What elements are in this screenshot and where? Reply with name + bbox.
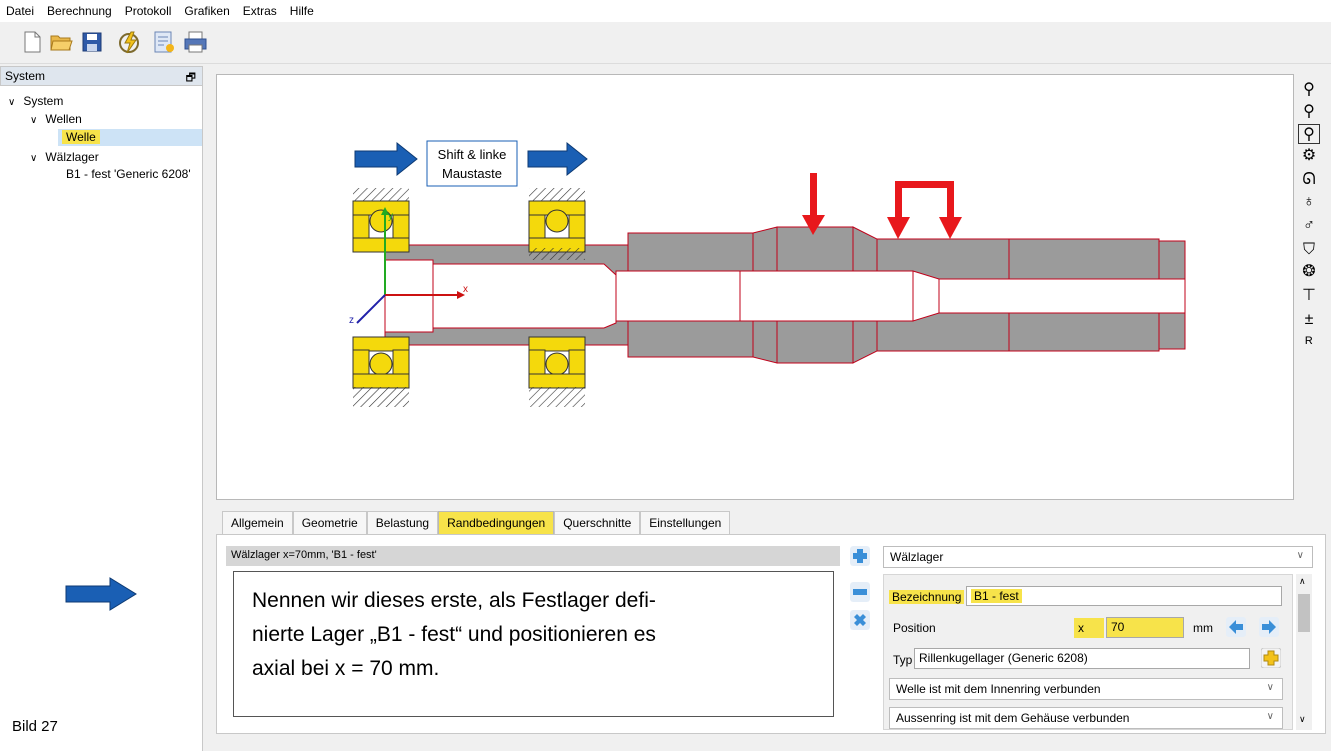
note-line-2: nierte Lager „B1 - fest“ und positionier…: [252, 623, 656, 646]
tab-belastung[interactable]: Belastung: [366, 511, 439, 535]
calculate-icon[interactable]: [117, 30, 141, 54]
chevron-down-icon: ∨: [1266, 711, 1274, 722]
panel-title: System: [5, 69, 46, 83]
shaft-drawing[interactable]: x y z Shift & linke Maustaste: [217, 75, 1293, 499]
scroll-down-icon[interactable]: ∨: [1299, 714, 1306, 725]
hint-line-1: Shift & linke: [438, 147, 507, 162]
hint-box: Shift & linke Maustaste: [426, 140, 518, 187]
support-icon[interactable]: ⛉: [1298, 240, 1320, 260]
tree-label-waelzlager: Wälzlager: [45, 150, 99, 164]
typ-field[interactable]: Rillenkugellager (Generic 6208): [914, 648, 1250, 669]
bezeichnung-value: B1 - fest: [971, 589, 1022, 603]
inner-ring-value: Welle ist mit dem Innenring verbunden: [896, 682, 1101, 696]
note-line-3: axial bei x = 70 mm.: [252, 657, 440, 680]
axis-z-label: z: [349, 315, 354, 326]
unit-label: mm: [1193, 621, 1213, 635]
chevron-down-icon[interactable]: ∨: [30, 115, 42, 126]
axis-y-label: y: [388, 211, 393, 222]
tab-querschnitte[interactable]: Querschnitte: [554, 511, 641, 535]
menu-protokoll[interactable]: Protokoll: [125, 4, 172, 18]
save-icon[interactable]: [80, 30, 104, 54]
arrow-right-icon[interactable]: [1259, 617, 1279, 637]
section-icon[interactable]: ⊤: [1298, 286, 1320, 306]
form-scrollbar[interactable]: ∧ ∨: [1296, 574, 1312, 730]
element-type-select[interactable]: Wälzlager ∨: [883, 546, 1313, 568]
menu-bar: Datei Berechnung Protokoll Grafiken Extr…: [0, 0, 1331, 22]
moment-icon[interactable]: ♂: [1298, 216, 1320, 236]
chevron-down-icon[interactable]: ∨: [30, 153, 42, 164]
tree-item-bearing-b1[interactable]: B1 - fest 'Generic 6208': [66, 167, 191, 181]
arrow-left-icon[interactable]: [1226, 617, 1246, 637]
tree-label-system: System: [23, 94, 64, 108]
distributed-load-arrow-1: [887, 217, 910, 239]
add-element-button[interactable]: [850, 546, 870, 566]
tree-item-welle[interactable]: Welle: [62, 130, 100, 144]
print-icon[interactable]: [183, 30, 207, 54]
chevron-down-icon: ∨: [1266, 682, 1274, 693]
menu-grafiken[interactable]: Grafiken: [184, 4, 229, 18]
menu-berechnung[interactable]: Berechnung: [47, 4, 112, 18]
hint-line-2: Maustaste: [442, 166, 502, 181]
tutorial-note: Nennen wir dieses erste, als Festlager d…: [233, 571, 834, 717]
zoom-window-icon[interactable]: ⚲: [1298, 124, 1320, 144]
tab-einstellungen[interactable]: Einstellungen: [640, 511, 731, 535]
position-label: Position: [893, 621, 936, 635]
report-icon[interactable]: [152, 30, 176, 54]
scroll-thumb[interactable]: [1298, 594, 1310, 632]
menu-hilfe[interactable]: Hilfe: [290, 4, 314, 18]
outer-ring-value: Aussenring ist mit dem Gehäuse verbunden: [896, 711, 1130, 725]
coupling-icon[interactable]: ±: [1298, 310, 1320, 330]
bezeichnung-field[interactable]: B1 - fest: [966, 586, 1282, 606]
typ-label: Typ: [893, 653, 913, 667]
force-icon[interactable]: ♁: [1298, 192, 1320, 212]
figure-caption: Bild 27: [12, 718, 58, 735]
tree-label-welle: Welle: [62, 130, 100, 144]
ball-bearing-icon[interactable]: ❂: [1298, 262, 1320, 282]
distributed-load-arrow-2: [939, 217, 962, 239]
open-folder-icon[interactable]: [49, 30, 73, 54]
position-x-field[interactable]: 70: [1106, 617, 1184, 638]
tab-geometrie[interactable]: Geometrie: [292, 511, 367, 535]
chevron-down-icon[interactable]: ∨: [8, 97, 20, 108]
system-panel-header: System 🗗: [0, 66, 203, 86]
system-tree: [0, 86, 203, 751]
zoom-in-icon[interactable]: ⚲: [1298, 80, 1320, 100]
element-type-value: Wälzlager: [890, 550, 944, 564]
tab-randbedingungen[interactable]: Randbedingungen: [438, 511, 555, 535]
tree-item-system[interactable]: ∨ System: [8, 94, 63, 108]
blue-arrow-1: [354, 141, 418, 177]
gear-icon[interactable]: ⚙: [1298, 146, 1320, 166]
note-line-1: Nennen wir dieses erste, als Festlager d…: [252, 589, 656, 612]
blue-arrow-2: [527, 141, 588, 177]
tree-label-wellen: Wellen: [45, 112, 82, 126]
tree-item-wellen[interactable]: ∨ Wellen: [30, 112, 82, 126]
tree-label-bearing: B1 - fest 'Generic 6208': [66, 167, 191, 181]
blue-arrow-left-panel: [65, 577, 137, 611]
menu-extras[interactable]: Extras: [243, 4, 277, 18]
menu-datei[interactable]: Datei: [6, 4, 34, 18]
new-file-icon[interactable]: [20, 30, 44, 54]
axis-x-label: x: [463, 284, 468, 295]
tab-bar: Allgemein Geometrie Belastung Randbeding…: [222, 511, 731, 535]
zoom-out-icon[interactable]: ⚲: [1298, 102, 1320, 122]
inner-ring-select[interactable]: Welle ist mit dem Innenring verbunden ∨: [889, 678, 1283, 700]
add-type-icon[interactable]: [1261, 648, 1281, 668]
outer-ring-select[interactable]: Aussenring ist mit dem Gehäuse verbunden…: [889, 707, 1283, 729]
graphics-canvas[interactable]: x y z Shift & linke Maustaste: [216, 74, 1294, 500]
element-list-item[interactable]: Wälzlager x=70mm, 'B1 - fest': [226, 546, 840, 566]
scroll-up-icon[interactable]: ∧: [1299, 576, 1306, 587]
toolbar: [0, 22, 1331, 64]
tree-item-waelzlager[interactable]: ∨ Wälzlager: [30, 150, 99, 164]
chevron-down-icon: ∨: [1296, 550, 1304, 561]
x-label: x: [1074, 618, 1104, 638]
delete-element-button[interactable]: [850, 610, 870, 630]
bearing-icon[interactable]: ᘏ: [1298, 170, 1320, 190]
bezeichnung-label: Bezeichnung: [889, 590, 965, 604]
results-icon[interactable]: ᴿ: [1298, 334, 1320, 354]
remove-element-button[interactable]: [850, 582, 870, 602]
tab-allgemein[interactable]: Allgemein: [222, 511, 293, 535]
